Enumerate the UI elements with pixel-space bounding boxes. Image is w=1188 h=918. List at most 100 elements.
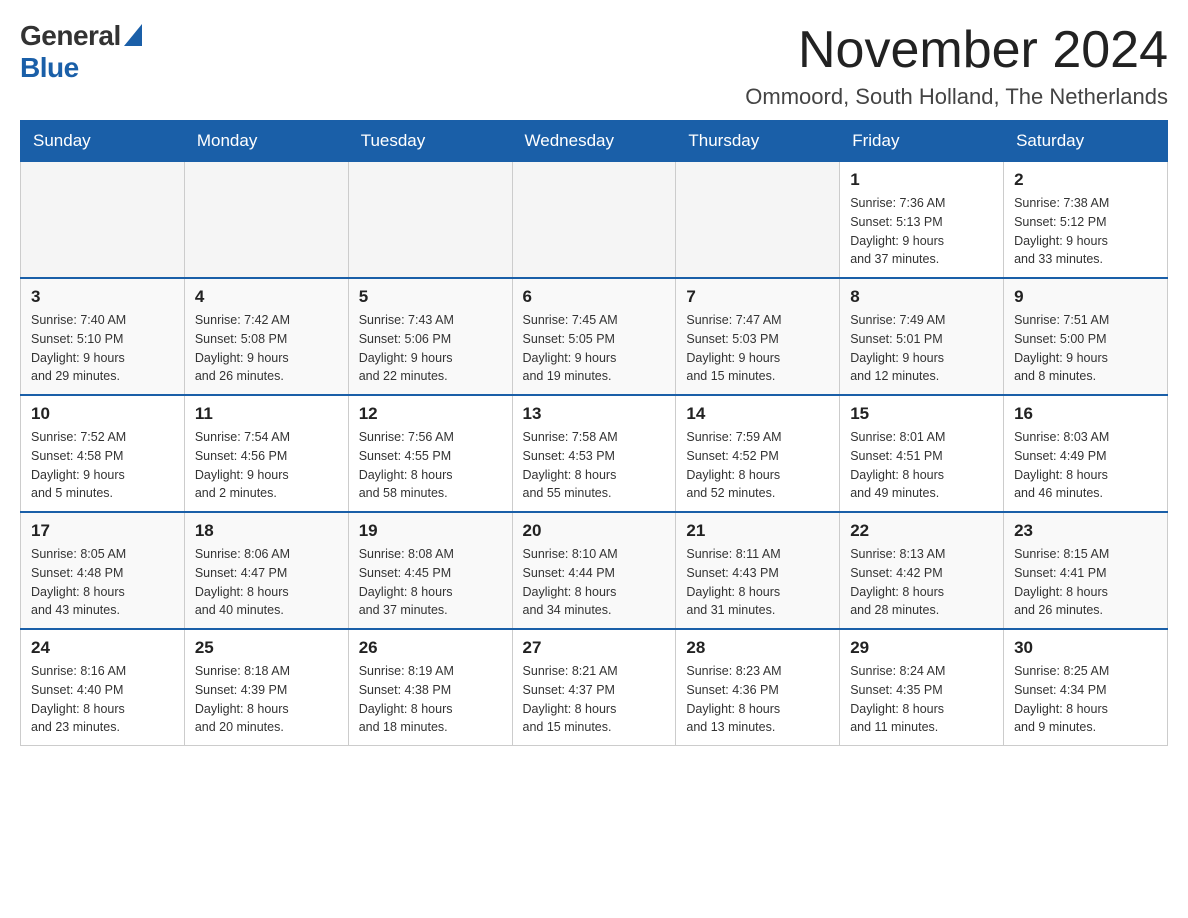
day-info: Sunrise: 8:25 AM Sunset: 4:34 PM Dayligh… — [1014, 662, 1157, 737]
calendar-cell: 24Sunrise: 8:16 AM Sunset: 4:40 PM Dayli… — [21, 629, 185, 746]
calendar-cell: 20Sunrise: 8:10 AM Sunset: 4:44 PM Dayli… — [512, 512, 676, 629]
day-info: Sunrise: 7:54 AM Sunset: 4:56 PM Dayligh… — [195, 428, 338, 503]
day-info: Sunrise: 8:23 AM Sunset: 4:36 PM Dayligh… — [686, 662, 829, 737]
calendar-cell: 4 Sunrise: 7:42 AM Sunset: 5:08 PM Daylig… — [184, 278, 348, 395]
location-title: Ommoord, South Holland, The Netherlands — [745, 84, 1168, 110]
day-info: Sunrise: 8:21 AM Sunset: 4:37 PM Dayligh… — [523, 662, 666, 737]
calendar-cell: 7 Sunrise: 7:47 AM Sunset: 5:03 PM Daylig… — [676, 278, 840, 395]
day-info: Sunrise: 7:38 AM Sunset: 5:12 PM Dayligh… — [1014, 194, 1157, 269]
day-info: Sunrise: 8:01 AM Sunset: 4:51 PM Dayligh… — [850, 428, 993, 503]
logo: General Blue — [20, 20, 142, 84]
day-info: Sunrise: 8:03 AM Sunset: 4:49 PM Dayligh… — [1014, 428, 1157, 503]
day-number: 17 — [31, 521, 174, 541]
day-info: Sunrise: 8:13 AM Sunset: 4:42 PM Dayligh… — [850, 545, 993, 620]
day-number: 11 — [195, 404, 338, 424]
day-header-sunday: Sunday — [21, 121, 185, 162]
day-number: 16 — [1014, 404, 1157, 424]
day-number: 6 — [523, 287, 666, 307]
day-info: Sunrise: 7:56 AM Sunset: 4:55 PM Dayligh… — [359, 428, 502, 503]
day-number: 22 — [850, 521, 993, 541]
day-number: 9 — [1014, 287, 1157, 307]
day-number: 27 — [523, 638, 666, 658]
calendar-cell: 10Sunrise: 7:52 AM Sunset: 4:58 PM Dayli… — [21, 395, 185, 512]
day-number: 12 — [359, 404, 502, 424]
calendar-cell: 30 Sunrise: 8:25 AM Sunset: 4:34 PM Dayli… — [1004, 629, 1168, 746]
calendar-cell: 14 Sunrise: 7:59 AM Sunset: 4:52 PM Dayli… — [676, 395, 840, 512]
day-info: Sunrise: 8:08 AM Sunset: 4:45 PM Dayligh… — [359, 545, 502, 620]
day-info: Sunrise: 7:47 AM Sunset: 5:03 PM Dayligh… — [686, 311, 829, 386]
day-number: 10 — [31, 404, 174, 424]
day-info: Sunrise: 8:16 AM Sunset: 4:40 PM Dayligh… — [31, 662, 174, 737]
calendar-cell: 8 Sunrise: 7:49 AM Sunset: 5:01 PM Daylig… — [840, 278, 1004, 395]
calendar-cell: 11 Sunrise: 7:54 AM Sunset: 4:56 PM Dayli… — [184, 395, 348, 512]
day-info: Sunrise: 7:36 AM Sunset: 5:13 PM Dayligh… — [850, 194, 993, 269]
calendar-cell: 6Sunrise: 7:45 AM Sunset: 5:05 PM Daylig… — [512, 278, 676, 395]
calendar-cell: 19 Sunrise: 8:08 AM Sunset: 4:45 PM Dayli… — [348, 512, 512, 629]
day-info: Sunrise: 8:11 AM Sunset: 4:43 PM Dayligh… — [686, 545, 829, 620]
day-number: 3 — [31, 287, 174, 307]
calendar-cell: 2Sunrise: 7:38 AM Sunset: 5:12 PM Daylig… — [1004, 162, 1168, 279]
day-number: 26 — [359, 638, 502, 658]
day-header-saturday: Saturday — [1004, 121, 1168, 162]
calendar-cell: 29 Sunrise: 8:24 AM Sunset: 4:35 PM Dayli… — [840, 629, 1004, 746]
day-header-monday: Monday — [184, 121, 348, 162]
day-info: Sunrise: 8:24 AM Sunset: 4:35 PM Dayligh… — [850, 662, 993, 737]
day-info: Sunrise: 8:06 AM Sunset: 4:47 PM Dayligh… — [195, 545, 338, 620]
day-info: Sunrise: 7:40 AM Sunset: 5:10 PM Dayligh… — [31, 311, 174, 386]
day-info: Sunrise: 7:42 AM Sunset: 5:08 PM Dayligh… — [195, 311, 338, 386]
day-info: Sunrise: 7:49 AM Sunset: 5:01 PM Dayligh… — [850, 311, 993, 386]
logo-arrow-icon — [124, 24, 142, 46]
day-header-tuesday: Tuesday — [348, 121, 512, 162]
calendar-cell — [21, 162, 185, 279]
day-number: 21 — [686, 521, 829, 541]
day-number: 7 — [686, 287, 829, 307]
week-row-3: 10Sunrise: 7:52 AM Sunset: 4:58 PM Dayli… — [21, 395, 1168, 512]
calendar-cell: 23Sunrise: 8:15 AM Sunset: 4:41 PM Dayli… — [1004, 512, 1168, 629]
day-number: 30 — [1014, 638, 1157, 658]
day-info: Sunrise: 7:58 AM Sunset: 4:53 PM Dayligh… — [523, 428, 666, 503]
day-info: Sunrise: 8:18 AM Sunset: 4:39 PM Dayligh… — [195, 662, 338, 737]
day-number: 19 — [359, 521, 502, 541]
logo-general-text: General — [20, 20, 121, 52]
day-info: Sunrise: 7:43 AM Sunset: 5:06 PM Dayligh… — [359, 311, 502, 386]
calendar-cell: 21 Sunrise: 8:11 AM Sunset: 4:43 PM Dayli… — [676, 512, 840, 629]
day-info: Sunrise: 8:05 AM Sunset: 4:48 PM Dayligh… — [31, 545, 174, 620]
day-header-thursday: Thursday — [676, 121, 840, 162]
day-info: Sunrise: 7:59 AM Sunset: 4:52 PM Dayligh… — [686, 428, 829, 503]
day-number: 8 — [850, 287, 993, 307]
day-info: Sunrise: 8:19 AM Sunset: 4:38 PM Dayligh… — [359, 662, 502, 737]
day-number: 5 — [359, 287, 502, 307]
day-number: 23 — [1014, 521, 1157, 541]
calendar-cell: 17 Sunrise: 8:05 AM Sunset: 4:48 PM Dayli… — [21, 512, 185, 629]
calendar-cell — [512, 162, 676, 279]
calendar-cell — [676, 162, 840, 279]
day-number: 13 — [523, 404, 666, 424]
calendar-cell: 12 Sunrise: 7:56 AM Sunset: 4:55 PM Dayli… — [348, 395, 512, 512]
day-number: 14 — [686, 404, 829, 424]
calendar-cell — [348, 162, 512, 279]
day-number: 4 — [195, 287, 338, 307]
day-number: 18 — [195, 521, 338, 541]
calendar-cell: 18 Sunrise: 8:06 AM Sunset: 4:47 PM Dayli… — [184, 512, 348, 629]
day-header-friday: Friday — [840, 121, 1004, 162]
day-info: Sunrise: 8:10 AM Sunset: 4:44 PM Dayligh… — [523, 545, 666, 620]
day-number: 25 — [195, 638, 338, 658]
calendar-cell: 28 Sunrise: 8:23 AM Sunset: 4:36 PM Dayli… — [676, 629, 840, 746]
calendar-cell: 5 Sunrise: 7:43 AM Sunset: 5:06 PM Daylig… — [348, 278, 512, 395]
calendar-cell: 1Sunrise: 7:36 AM Sunset: 5:13 PM Daylig… — [840, 162, 1004, 279]
month-title: November 2024 — [745, 20, 1168, 80]
calendar-cell: 9Sunrise: 7:51 AM Sunset: 5:00 PM Daylig… — [1004, 278, 1168, 395]
day-number: 28 — [686, 638, 829, 658]
logo-blue-text: Blue — [20, 52, 79, 84]
day-number: 29 — [850, 638, 993, 658]
day-header-wednesday: Wednesday — [512, 121, 676, 162]
day-number: 15 — [850, 404, 993, 424]
week-row-5: 24Sunrise: 8:16 AM Sunset: 4:40 PM Dayli… — [21, 629, 1168, 746]
week-row-1: 1Sunrise: 7:36 AM Sunset: 5:13 PM Daylig… — [21, 162, 1168, 279]
calendar-cell: 25 Sunrise: 8:18 AM Sunset: 4:39 PM Dayli… — [184, 629, 348, 746]
calendar-cell: 22 Sunrise: 8:13 AM Sunset: 4:42 PM Dayli… — [840, 512, 1004, 629]
week-row-4: 17 Sunrise: 8:05 AM Sunset: 4:48 PM Dayli… — [21, 512, 1168, 629]
calendar-cell: 16 Sunrise: 8:03 AM Sunset: 4:49 PM Dayli… — [1004, 395, 1168, 512]
title-section: November 2024 Ommoord, South Holland, Th… — [745, 20, 1168, 110]
calendar-cell: 3 Sunrise: 7:40 AM Sunset: 5:10 PM Daylig… — [21, 278, 185, 395]
